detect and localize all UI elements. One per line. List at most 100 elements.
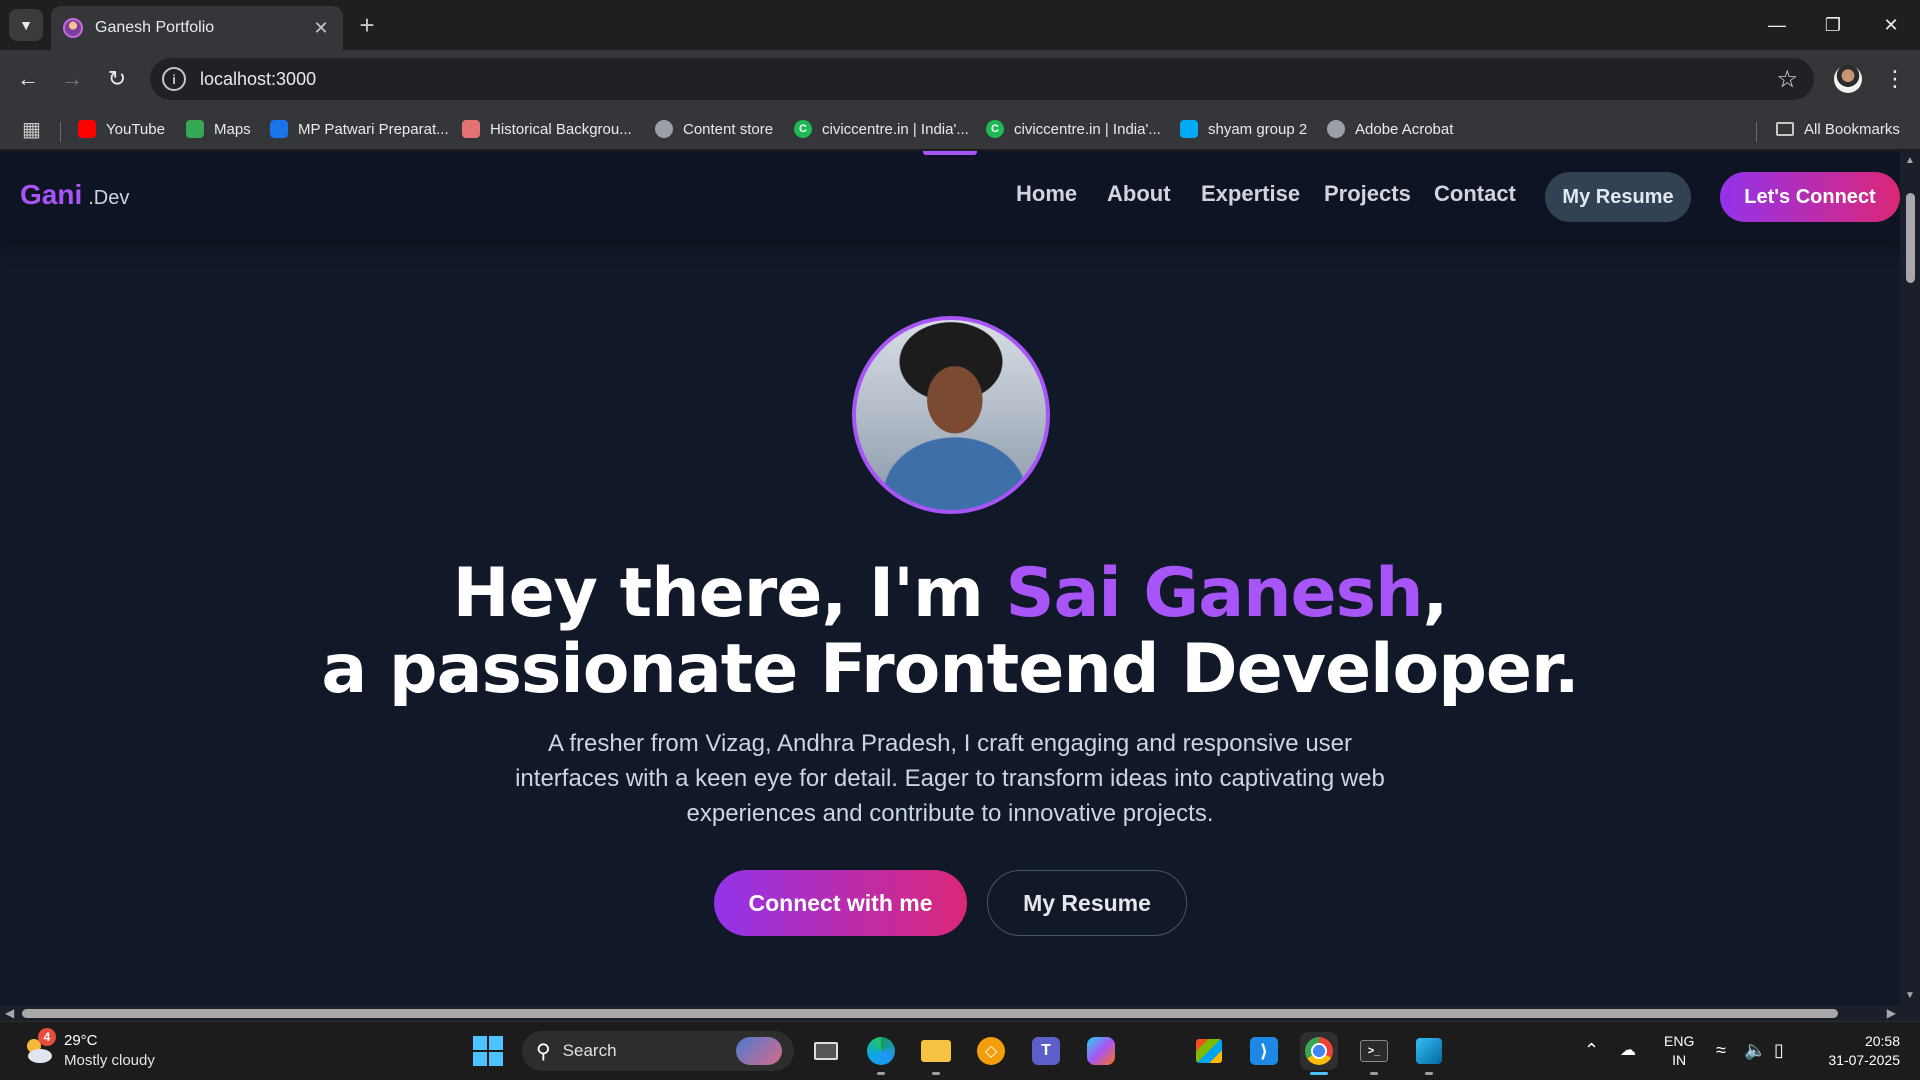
running-indicator xyxy=(877,1072,885,1075)
terminal-icon: >_ xyxy=(1360,1040,1388,1062)
edge-app[interactable] xyxy=(862,1032,900,1075)
close-icon: ✕ xyxy=(1883,14,1899,35)
terminal-app[interactable]: >_ xyxy=(1355,1032,1393,1075)
bookmark-item[interactable]: Cciviccentre.in | India'... xyxy=(986,116,1161,142)
connect-with-me-button[interactable]: Connect with me xyxy=(714,870,967,936)
windows-logo-icon xyxy=(489,1052,503,1066)
browser-toolbar: ← → ↻ i localhost:3000 ☆ ⋮ xyxy=(0,50,1920,108)
windows-logo-icon xyxy=(473,1036,487,1050)
more-vert-icon: ⋮ xyxy=(1884,66,1906,91)
nav-link-home[interactable]: Home xyxy=(1016,181,1077,207)
close-icon[interactable]: ✕ xyxy=(311,18,331,39)
start-button[interactable] xyxy=(473,1036,503,1066)
bookmark-item[interactable]: Maps xyxy=(186,116,251,142)
address-bar[interactable]: i localhost:3000 ☆ xyxy=(150,58,1814,100)
browser-menu-button[interactable]: ⋮ xyxy=(1880,64,1910,94)
language-line2: IN xyxy=(1672,1052,1687,1068)
vscode-app[interactable]: ⟩ xyxy=(1245,1032,1283,1070)
new-tab-button[interactable]: + xyxy=(352,10,382,40)
minimize-button[interactable]: — xyxy=(1757,10,1797,40)
bookmark-item[interactable]: Adobe Acrobat xyxy=(1327,116,1453,142)
site-logo[interactable]: Gani .Dev xyxy=(20,179,129,211)
nav-link-contact[interactable]: Contact xyxy=(1434,181,1516,207)
battery-icon[interactable]: ▯ xyxy=(1774,1040,1784,1061)
file-explorer-app[interactable] xyxy=(917,1032,955,1075)
close-window-button[interactable]: ✕ xyxy=(1871,10,1911,40)
scroll-up-icon[interactable]: ▲ xyxy=(1905,155,1915,166)
clock[interactable]: 20:58 31-07-2025 xyxy=(1816,1032,1900,1070)
bookmark-item[interactable]: Content store xyxy=(655,116,773,142)
onedrive-offline-icon[interactable]: ☁ xyxy=(1620,1040,1636,1060)
running-indicator xyxy=(932,1072,940,1075)
bookmark-item[interactable]: shyam group 2 xyxy=(1180,116,1307,142)
globe-icon xyxy=(655,120,673,138)
date-text: 31-07-2025 xyxy=(1828,1052,1900,1068)
site-info-icon[interactable]: i xyxy=(162,67,186,91)
bookmarks-bar: ▦ YouTube Maps MP Patwari Preparat... Histo… xyxy=(0,108,1920,150)
restore-button[interactable]: ❐ xyxy=(1813,10,1853,40)
chevron-up-icon[interactable]: ⌃ xyxy=(1584,1040,1599,1061)
nav-link-expertise[interactable]: Expertise xyxy=(1201,181,1300,207)
vertical-scrollbar[interactable]: ▲ ▼ xyxy=(1900,151,1920,1005)
civiccentre-icon: C xyxy=(794,120,812,138)
whiteboard-icon xyxy=(1416,1038,1442,1064)
language-line1: ENG xyxy=(1664,1033,1695,1049)
bookmark-label: YouTube xyxy=(106,120,165,138)
star-icon[interactable]: ☆ xyxy=(1776,65,1798,94)
logo-sub-text: .Dev xyxy=(88,187,130,209)
nav-link-projects[interactable]: Projects xyxy=(1324,181,1411,207)
brave-icon: ◇ xyxy=(977,1037,1005,1065)
brave-app[interactable]: ◇ xyxy=(972,1032,1010,1070)
bookmark-separator xyxy=(1756,122,1757,142)
bookmark-item[interactable]: MP Patwari Preparat... xyxy=(270,116,449,142)
patwari-icon xyxy=(270,120,288,138)
tab-strip: ▼ Ganesh Portfolio ✕ + — ❐ ✕ xyxy=(0,0,1920,50)
chevron-down-icon: ▼ xyxy=(19,17,33,33)
bookmark-item[interactable]: Cciviccentre.in | India'... xyxy=(794,116,969,142)
task-view-button[interactable] xyxy=(807,1032,845,1070)
tab-search-button[interactable]: ▼ xyxy=(9,9,43,41)
nav-connect-button[interactable]: Let's Connect xyxy=(1720,172,1900,222)
taskbar-search[interactable]: ⚲ Search xyxy=(522,1031,794,1071)
minimize-icon: — xyxy=(1768,14,1786,35)
teams-app[interactable]: T xyxy=(1027,1032,1065,1070)
scroll-down-icon[interactable]: ▼ xyxy=(1905,990,1915,1001)
whiteboard-app[interactable] xyxy=(1410,1032,1448,1075)
bookmark-separator xyxy=(60,122,61,142)
youtube-icon xyxy=(78,120,96,138)
url-text[interactable]: localhost:3000 xyxy=(200,69,1776,90)
copilot-app[interactable] xyxy=(1082,1032,1120,1070)
scroll-left-icon[interactable]: ◀ xyxy=(5,1006,14,1020)
store-app[interactable] xyxy=(1190,1032,1228,1070)
plus-icon: + xyxy=(359,9,375,40)
bookmark-label: shyam group 2 xyxy=(1208,120,1308,138)
hero-avatar xyxy=(852,316,1050,514)
hero-title-suffix: , xyxy=(1422,554,1449,633)
civiccentre-icon: C xyxy=(986,120,1004,138)
wifi-icon[interactable]: ≈ xyxy=(1716,1040,1726,1061)
bookmark-item[interactable]: YouTube xyxy=(78,116,165,142)
reload-button[interactable]: ↻ xyxy=(102,64,132,94)
nav-link-about[interactable]: About xyxy=(1107,181,1171,207)
profile-avatar[interactable] xyxy=(1834,65,1862,93)
shyam-icon xyxy=(1180,120,1198,138)
hero-resume-button[interactable]: My Resume xyxy=(987,870,1187,936)
all-bookmarks-button[interactable]: All Bookmarks xyxy=(1776,116,1900,142)
search-icon: ⚲ xyxy=(536,1040,551,1063)
language-indicator[interactable]: ENG IN xyxy=(1664,1032,1694,1070)
horizontal-scroll-thumb[interactable] xyxy=(22,1009,1838,1018)
browser-tab[interactable]: Ganesh Portfolio ✕ xyxy=(51,6,343,50)
nav-resume-button[interactable]: My Resume xyxy=(1545,172,1691,222)
volume-icon[interactable]: 🔈 xyxy=(1744,1040,1766,1061)
running-indicator xyxy=(1425,1072,1433,1075)
vertical-scroll-thumb[interactable] xyxy=(1906,193,1915,283)
store-icon xyxy=(1196,1039,1222,1063)
apps-button[interactable]: ▦ xyxy=(22,116,41,142)
horizontal-scrollbar[interactable]: ◀ ▶ xyxy=(0,1005,1920,1021)
back-button[interactable]: ← xyxy=(13,64,43,94)
chrome-app[interactable] xyxy=(1300,1032,1338,1075)
bookmark-item[interactable]: Historical Backgrou... xyxy=(462,116,632,142)
scroll-right-icon[interactable]: ▶ xyxy=(1887,1006,1896,1020)
bookmark-label: Historical Backgrou... xyxy=(490,120,632,138)
forward-button[interactable]: → xyxy=(57,64,87,94)
